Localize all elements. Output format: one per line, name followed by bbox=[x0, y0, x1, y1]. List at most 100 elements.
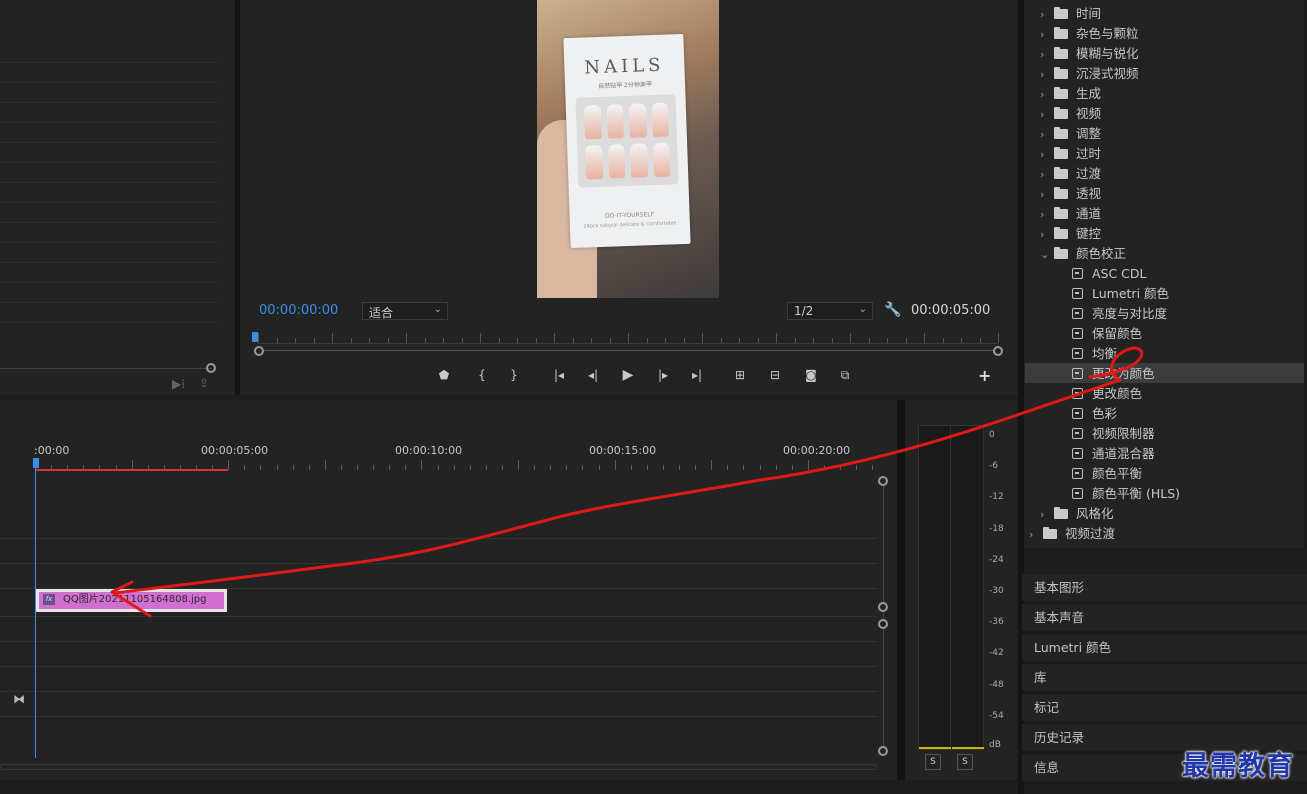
marker-icon[interactable]: ⬟ bbox=[433, 366, 455, 384]
add-button[interactable]: + bbox=[978, 366, 991, 385]
vscroll-handle-bottom[interactable] bbox=[878, 746, 888, 756]
effect-item[interactable]: 更改颜色 bbox=[1072, 384, 1142, 404]
effects-folder[interactable]: › 键控 bbox=[1040, 224, 1101, 244]
zoom-handle-left[interactable] bbox=[254, 346, 264, 356]
effects-folder[interactable]: › 透视 bbox=[1040, 184, 1101, 204]
monitor-time-ruler[interactable] bbox=[258, 332, 999, 344]
timeline-clip[interactable]: fx QQ图片20211105164808.jpg bbox=[36, 589, 227, 612]
zoom-handle-right[interactable] bbox=[993, 346, 1003, 356]
fit-select[interactable]: 适合 ⌄ bbox=[362, 302, 448, 320]
export-frame-icon[interactable]: ◙ bbox=[800, 366, 822, 384]
folder-icon bbox=[1054, 227, 1068, 239]
monitor-zoom-bar[interactable] bbox=[258, 350, 998, 351]
solo-left-button[interactable]: S bbox=[925, 754, 941, 770]
panel-markers[interactable]: 标记 bbox=[1022, 693, 1307, 721]
collapse-tracks-icon[interactable]: ⧓ bbox=[13, 692, 25, 706]
ruler-tick bbox=[340, 465, 342, 470]
solo-right-button[interactable]: S bbox=[957, 754, 973, 770]
mark-out-icon[interactable]: } bbox=[503, 366, 525, 384]
step-forward-icon[interactable]: |▸ bbox=[652, 366, 674, 384]
folder-icon bbox=[1054, 207, 1068, 219]
effects-folder[interactable]: › 杂色与颗粒 bbox=[1040, 24, 1139, 44]
effect-item[interactable]: 均衡 bbox=[1072, 344, 1117, 364]
ruler-tick bbox=[518, 460, 519, 470]
panel-lumetri-color[interactable]: Lumetri 颜色 bbox=[1022, 633, 1307, 661]
ruler-tick bbox=[791, 465, 793, 470]
effects-folder[interactable]: › 调整 bbox=[1040, 124, 1101, 144]
ruler-tick bbox=[998, 333, 999, 343]
effect-item[interactable]: Lumetri 颜色 bbox=[1072, 284, 1169, 304]
mark-in-icon[interactable]: { bbox=[471, 366, 493, 384]
timeline-playhead-line[interactable] bbox=[35, 468, 36, 758]
go-to-in-icon[interactable]: |◂ bbox=[548, 366, 570, 384]
timeline-vertical-scrollbar[interactable] bbox=[883, 480, 884, 750]
vscroll-handle-top[interactable] bbox=[878, 476, 888, 486]
effect-label: 更改为颜色 bbox=[1092, 366, 1155, 381]
effects-folder[interactable]: › 风格化 bbox=[1040, 504, 1114, 524]
timeline-playhead-handle[interactable] bbox=[33, 458, 39, 468]
folder-label: 调整 bbox=[1076, 126, 1102, 141]
extract-icon[interactable]: ⊟ bbox=[764, 366, 786, 384]
ruler-tick bbox=[517, 338, 518, 343]
ruler-tick bbox=[598, 465, 600, 470]
effects-folder[interactable]: › 通道 bbox=[1040, 204, 1101, 224]
resolution-select[interactable]: 1/2 ⌄ bbox=[787, 302, 873, 320]
vscroll-handle-mid[interactable] bbox=[878, 602, 888, 612]
source-scroll-handle[interactable] bbox=[206, 363, 216, 373]
effects-folder[interactable]: › 生成 bbox=[1040, 84, 1101, 104]
overwrite-icon[interactable]: ⇪ bbox=[199, 376, 209, 390]
duration-timecode: 00:00:05:00 bbox=[911, 303, 991, 318]
ruler-tick bbox=[350, 338, 352, 343]
effect-item[interactable]: 亮度与对比度 bbox=[1072, 304, 1167, 324]
effects-folder[interactable]: › 模糊与锐化 bbox=[1040, 44, 1139, 64]
watermark-logo: 最需教育 bbox=[1182, 751, 1294, 782]
ruler-tick bbox=[332, 333, 333, 343]
monitor-playhead[interactable] bbox=[252, 332, 258, 342]
effects-folder[interactable]: › 视频 bbox=[1040, 104, 1101, 124]
play-icon[interactable]: ▶ bbox=[617, 366, 639, 384]
meter-bars bbox=[918, 425, 984, 750]
wrench-icon[interactable]: 🔧 bbox=[884, 302, 901, 318]
timeline-horizontal-scrollbar[interactable] bbox=[0, 764, 877, 770]
folder-label: 杂色与颗粒 bbox=[1076, 26, 1139, 41]
panel-libraries[interactable]: 库 bbox=[1022, 663, 1307, 691]
effect-item[interactable]: 保留颜色 bbox=[1072, 324, 1142, 344]
ruler-tick bbox=[630, 465, 632, 470]
chevron-right-icon: › bbox=[1029, 528, 1034, 541]
panel-essential-graphics[interactable]: 基本图形 bbox=[1022, 573, 1307, 601]
effects-folder[interactable]: › 过时 bbox=[1040, 144, 1101, 164]
go-to-out-icon[interactable]: ▸| bbox=[686, 366, 708, 384]
insert-icon[interactable]: ▶⁞ bbox=[172, 377, 185, 391]
source-scrollbar[interactable] bbox=[0, 368, 212, 369]
effect-label: 保留颜色 bbox=[1092, 326, 1143, 341]
effect-item[interactable]: 视频限制器 bbox=[1072, 424, 1155, 444]
ruler-tick bbox=[437, 465, 439, 470]
effect-item-selected[interactable]: 更改为颜色 bbox=[1072, 364, 1155, 384]
effect-item[interactable]: 颜色平衡 (HLS) bbox=[1072, 484, 1180, 504]
vscroll-handle-mid2[interactable] bbox=[878, 619, 888, 629]
effect-item[interactable]: ASC CDL bbox=[1072, 264, 1147, 284]
step-back-icon[interactable]: ◂| bbox=[582, 366, 604, 384]
work-area-bar[interactable] bbox=[35, 469, 228, 471]
panel-essential-sound[interactable]: 基本声音 bbox=[1022, 603, 1307, 631]
compare-icon[interactable]: ⧉ bbox=[834, 366, 856, 384]
effects-folder[interactable]: › 时间 bbox=[1040, 4, 1101, 24]
effect-item[interactable]: 颜色平衡 bbox=[1072, 464, 1142, 484]
chevron-right-icon: › bbox=[1040, 208, 1045, 221]
resolution-select-value: 1/2 bbox=[794, 304, 814, 318]
effects-folder[interactable]: › 沉浸式视频 bbox=[1040, 64, 1139, 84]
ruler-label: :00:00 bbox=[34, 444, 70, 457]
effects-root-folder[interactable]: › 视频过渡 bbox=[1029, 524, 1115, 544]
playhead-timecode[interactable]: 00:00:00:00 bbox=[259, 303, 338, 318]
effect-item[interactable]: 色彩 bbox=[1072, 404, 1117, 424]
ruler-tick bbox=[961, 338, 962, 343]
lift-icon[interactable]: ⊞ bbox=[729, 366, 751, 384]
effects-folder[interactable]: › 过渡 bbox=[1040, 164, 1101, 184]
ruler-tick bbox=[743, 465, 745, 470]
db-label: -36 bbox=[989, 617, 1004, 627]
program-monitor: NAILS 自然贴甲 2分钟美甲 DO-IT-YOURSELF 24pcs na… bbox=[240, 0, 1018, 395]
folder-icon bbox=[1054, 167, 1068, 179]
effect-item[interactable]: 通道混合器 bbox=[1072, 444, 1155, 464]
effects-folder-expanded[interactable]: ⌄ 颜色校正 bbox=[1040, 244, 1126, 264]
package-title: NAILS bbox=[583, 54, 665, 79]
